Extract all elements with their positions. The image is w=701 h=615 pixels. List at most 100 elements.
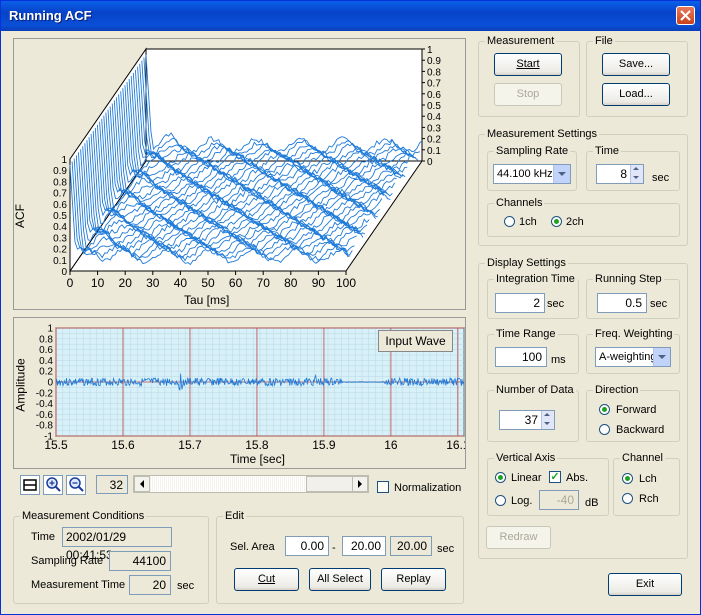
zoom-in-button[interactable]: [43, 475, 63, 495]
stop-button[interactable]: Stop: [494, 83, 562, 106]
wave-x-tick-label: 16: [384, 438, 398, 452]
exit-button[interactable]: Exit: [608, 573, 682, 596]
rch-radio[interactable]: [622, 493, 633, 504]
zoom-out-button[interactable]: [66, 475, 86, 495]
acf-y-tick-label-right: 0.3: [427, 123, 441, 134]
load-button[interactable]: Load...: [602, 83, 670, 106]
measurement-time-unit: sec: [177, 580, 195, 592]
acf-y-tick-label-right: 0.6: [427, 90, 441, 101]
sampling-rate-label: Sampling Rate: [31, 555, 104, 567]
abs-label: Abs.: [566, 472, 589, 484]
start-button[interactable]: Start: [494, 53, 562, 76]
title-bar[interactable]: Running ACF: [1, 1, 700, 31]
acf-x-tick-label: 50: [201, 276, 215, 290]
acf-y-tick-label: 1: [61, 155, 67, 166]
running-acf-window: Running ACF 0 10 20 30 40 50 60 70 80 90 100 0 0 0.1 0…: [0, 0, 701, 615]
edit-title: Edit: [223, 509, 246, 523]
running-step-title: Running Step: [593, 272, 664, 286]
acf-y-tick-label: 0.7: [53, 189, 67, 200]
backward-radio[interactable]: [599, 424, 610, 435]
time-input[interactable]: 8: [596, 164, 644, 184]
acf-x-tick-label: 0: [67, 276, 74, 290]
freq-weighting-select[interactable]: A-weighting: [595, 347, 671, 367]
number-of-data-value: 37: [524, 413, 538, 427]
backward-label: Backward: [616, 424, 665, 436]
acf-y-tick-label-right: 0.7: [427, 79, 441, 90]
acf-y-tick-label-right: 1: [427, 45, 433, 56]
scroll-right-button[interactable]: [352, 476, 368, 492]
acf-y-tick-label-right: 0.8: [427, 67, 441, 78]
freq-weighting-title: Freq. Weighting: [593, 327, 675, 341]
arrow-left-icon: [140, 480, 144, 488]
acf-xlabel: Tau [ms]: [184, 293, 230, 307]
ch2-radio[interactable]: [551, 216, 562, 227]
vertical-axis-title: Vertical Axis: [494, 451, 558, 465]
ch1-radio[interactable]: [504, 216, 515, 227]
sampling-rate-selected: 44.100 kHz: [497, 168, 553, 180]
close-button[interactable]: [676, 6, 695, 25]
number-of-data-spinner[interactable]: [541, 411, 554, 429]
save-button[interactable]: Save...: [602, 53, 670, 76]
acf-x-tick-label: 60: [229, 276, 243, 290]
measurement-settings-title: Measurement Settings: [485, 127, 600, 141]
acf-ylabel: ACF: [13, 204, 27, 228]
ch1-label: 1ch: [519, 216, 537, 228]
time-scrollbar[interactable]: [133, 475, 369, 493]
integration-time-title: Integration Time: [494, 272, 577, 286]
wave-y-tick-label: 0.8: [39, 334, 53, 345]
measurement-time-field: 20: [129, 575, 171, 595]
save-button-label: Save...: [618, 58, 654, 70]
acf-y-tick-label: 0.1: [53, 256, 67, 267]
sel-area-to-input[interactable]: 20.00: [342, 536, 386, 556]
lch-radio[interactable]: [622, 473, 633, 484]
wave-x-tick-label: 15.9: [312, 438, 336, 452]
scrollbar-thumb[interactable]: [306, 476, 354, 492]
lch-label: Lch: [639, 473, 657, 485]
redraw-button[interactable]: Redraw: [486, 526, 551, 549]
normalization-checkbox[interactable]: [377, 481, 389, 493]
sel-area-from-input[interactable]: 0.00: [285, 536, 329, 556]
forward-radio[interactable]: [599, 404, 610, 415]
freq-weighting-selected: A-weighting: [599, 351, 657, 363]
measurement-time-label: Measurement Time: [31, 579, 126, 591]
channel-group: Channel: [613, 451, 680, 516]
time-input-value: 8: [620, 167, 627, 181]
linear-radio[interactable]: [495, 472, 506, 483]
sampling-rate-field: 44100: [109, 551, 171, 571]
time-range-unit: ms: [551, 354, 566, 366]
wave-y-tick-label: -0.4: [36, 399, 54, 410]
abs-checkbox[interactable]: ✓: [549, 471, 561, 483]
sampling-rate-select[interactable]: 44.100 kHz: [493, 164, 571, 184]
all-select-button[interactable]: All Select: [309, 568, 371, 591]
acf-y-tick-label-right: 0.4: [427, 112, 441, 123]
cut-button[interactable]: Cut: [234, 568, 299, 591]
acf-y-tick-label-right: 0.9: [427, 56, 441, 67]
running-step-input[interactable]: 0.5: [597, 293, 647, 313]
scroll-left-button[interactable]: [134, 476, 150, 492]
time-range-input[interactable]: 100: [495, 347, 547, 367]
acf-y-tick-label: 0.4: [53, 222, 67, 233]
wave-y-tick-label: -0.6: [36, 410, 54, 421]
normalization-label: Normalization: [394, 482, 462, 494]
wave-y-tick-label: -0.8: [36, 421, 54, 432]
wave-y-tick-label: 0.6: [39, 345, 53, 356]
log-radio[interactable]: [495, 495, 506, 506]
rch-label: Rch: [639, 493, 659, 505]
number-of-data-input[interactable]: 37: [499, 410, 555, 430]
acf-3d-plot: 0 10 20 30 40 50 60 70 80 90 100000.10.10.20.20.30…: [53, 45, 441, 290]
fit-view-button[interactable]: [20, 475, 40, 495]
replay-button-label: Replay: [396, 573, 431, 585]
integration-time-input[interactable]: 2: [495, 293, 545, 313]
log-unit: dB: [585, 497, 599, 509]
time-unit: sec: [652, 172, 670, 184]
acf-y-tick-label-right: 0: [427, 157, 433, 168]
window-title: Running ACF: [9, 8, 92, 23]
running-step-unit: sec: [650, 298, 668, 310]
sampling-rate-title: Sampling Rate: [494, 144, 571, 158]
number-of-data-title: Number of Data: [494, 383, 576, 397]
replay-button[interactable]: Replay: [381, 568, 446, 591]
log-value-field: -40: [539, 490, 579, 510]
time-spinner[interactable]: [630, 165, 643, 183]
forward-label: Forward: [616, 404, 657, 416]
all-select-button-label: All Select: [317, 573, 363, 585]
